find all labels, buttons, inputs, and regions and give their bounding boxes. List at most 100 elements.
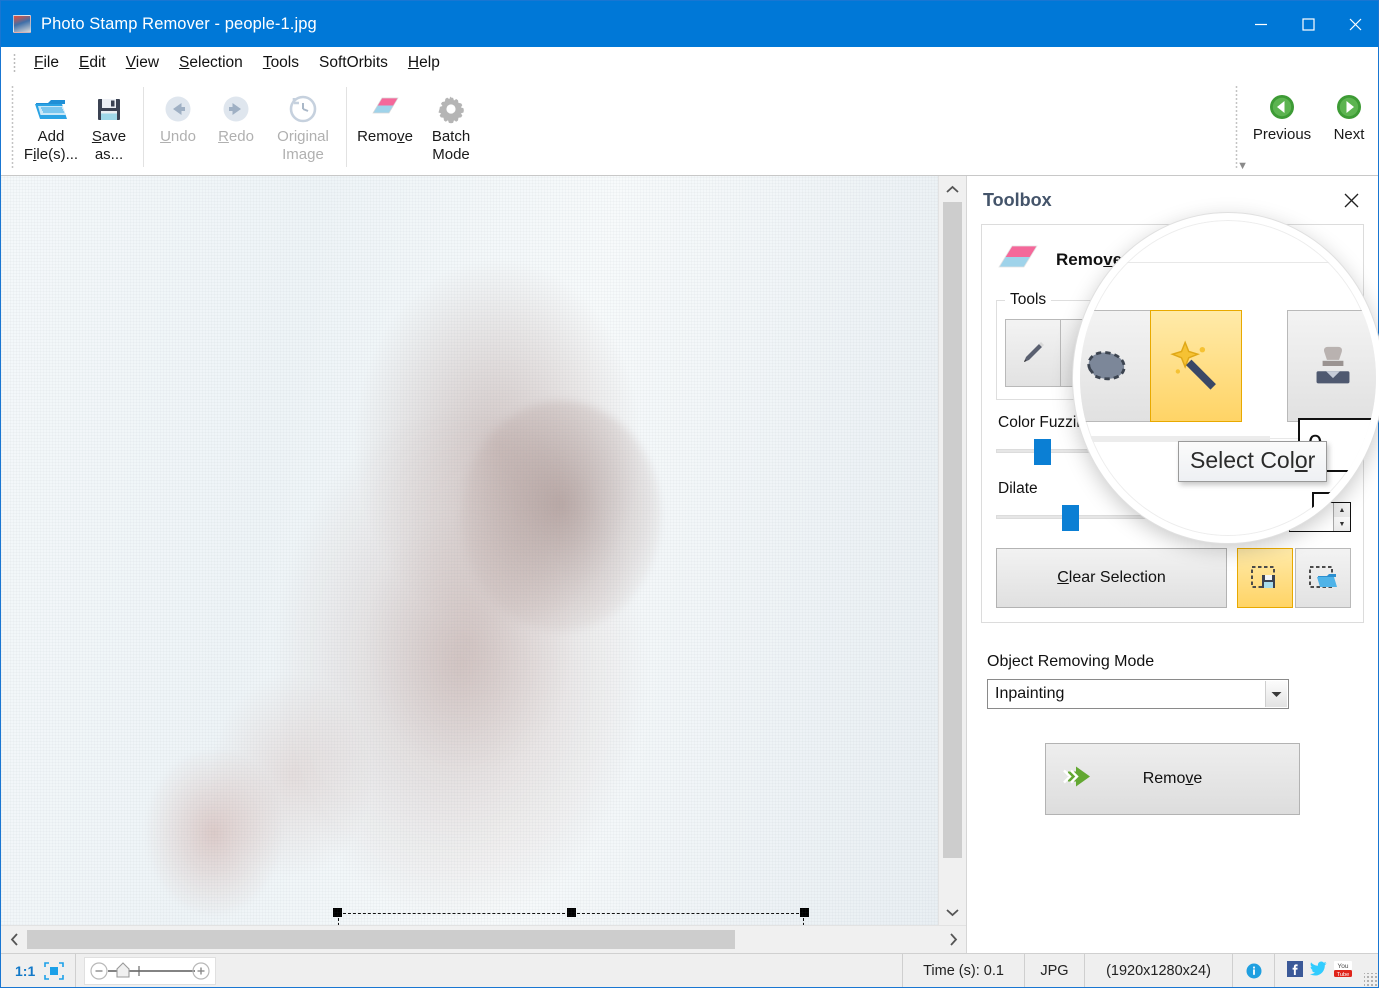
green-double-arrow-icon — [1060, 762, 1102, 797]
dilate-thumb[interactable] — [1062, 505, 1079, 531]
redo-button[interactable]: Redo — [207, 81, 265, 173]
horizontal-scroll-track[interactable] — [735, 926, 940, 953]
undo-arrow-icon — [163, 91, 193, 127]
color-fuzziness-thumb[interactable] — [1034, 439, 1051, 465]
toolbar-grip-right[interactable] — [1235, 85, 1238, 169]
selection-handle-n[interactable] — [567, 908, 576, 917]
toolbox-panel: Toolbox Remove Tools Color Fuzziness ▲ ▼… — [966, 176, 1378, 953]
undo-label: Undo — [160, 128, 196, 145]
selection-handle-nw[interactable] — [333, 908, 342, 917]
eraser-icon — [369, 91, 401, 127]
add-files-button[interactable]: Add File(s)... — [22, 81, 80, 173]
spin-up-icon[interactable]: ▲ — [1334, 503, 1350, 517]
menu-softorbits[interactable]: SoftOrbits — [309, 51, 398, 75]
close-button[interactable] — [1331, 1, 1378, 47]
load-selection-button[interactable] — [1295, 548, 1351, 608]
title-bar: Photo Stamp Remover - people-1.jpg — [1, 1, 1378, 47]
save-as-label-1: Save — [91, 128, 127, 145]
menu-file[interactable]: File — [24, 51, 69, 75]
canvas-vertical-scrollbar[interactable] — [938, 176, 966, 925]
menu-view[interactable]: View — [116, 51, 169, 75]
original-image-button[interactable]: Original Image — [265, 81, 341, 173]
canvas-horizontal-scrollbar[interactable] — [1, 925, 966, 953]
clear-selection-row: Clear Selection — [996, 548, 1351, 608]
undo-button[interactable]: Undo — [149, 81, 207, 173]
status-bar: 1:1 Time (s): 0.1 JPG (1920x1280x24) You… — [1, 953, 1378, 987]
toolbar-group-file: Add File(s)... Save as... — [20, 79, 140, 175]
zoom-ratio-label[interactable]: 1:1 — [1, 963, 43, 979]
save-selection-button[interactable] — [1237, 548, 1293, 608]
batch-mode-button[interactable]: Batch Mode — [418, 81, 484, 173]
tools-legend: Tools — [1010, 291, 1047, 308]
vertical-scroll-track[interactable] — [939, 858, 966, 899]
scroll-left-button[interactable] — [1, 926, 27, 953]
menu-selection[interactable]: Selection — [169, 51, 253, 75]
minimize-button[interactable] — [1237, 1, 1284, 47]
scroll-right-button[interactable] — [940, 926, 966, 953]
photo-figure-hand — [119, 706, 309, 925]
chevron-down-icon[interactable] — [1265, 681, 1287, 707]
toolbar-grip[interactable] — [11, 85, 14, 169]
dilate-label: Dilate — [998, 480, 1038, 497]
toolbar-separator-2 — [346, 87, 347, 167]
resize-grip[interactable] — [1364, 973, 1378, 987]
redo-label: Redo — [218, 128, 254, 145]
spin-down-icon[interactable]: ▼ — [1334, 517, 1350, 531]
select-color-tooltip: Select Color — [1178, 441, 1328, 482]
facebook-icon[interactable] — [1287, 960, 1303, 981]
redo-arrow-icon — [221, 91, 251, 127]
photo-figure-head — [461, 401, 661, 631]
zoom-slider[interactable] — [84, 956, 217, 985]
dilate-spinner[interactable]: ▲ ▼ — [1333, 503, 1350, 531]
vertical-scroll-thumb[interactable] — [943, 202, 962, 858]
horizontal-scroll-thumb[interactable] — [27, 930, 735, 949]
selection-rectangle[interactable]: Censored — [333, 908, 809, 925]
info-icon[interactable] — [1233, 954, 1275, 987]
toolbox-close-button[interactable] — [1338, 187, 1364, 213]
tools-group: Tools — [996, 291, 1351, 400]
eraser-tool-button[interactable] — [1060, 319, 1116, 387]
fit-to-screen-icon[interactable] — [43, 961, 75, 981]
maximize-button[interactable] — [1284, 1, 1331, 47]
remove-toolbar-label: Remove — [357, 128, 413, 145]
dilate-slider[interactable] — [996, 503, 1277, 531]
save-as-button[interactable]: Save as... — [80, 81, 138, 173]
svg-text:You: You — [1338, 963, 1349, 970]
status-dimensions: (1920x1280x24) — [1085, 954, 1233, 987]
spin-up-icon[interactable]: ▲ — [1334, 437, 1350, 451]
zoom-slider-cell — [75, 954, 220, 987]
social-links-group: You Tube — [1275, 954, 1364, 987]
previous-button[interactable]: Previous — [1244, 79, 1320, 175]
color-fuzziness-spinner[interactable]: ▲ ▼ — [1333, 437, 1350, 465]
menu-tools[interactable]: Tools — [253, 51, 309, 75]
image-canvas[interactable]: Censored — [1, 176, 938, 925]
lasso-tool-button[interactable] — [1115, 319, 1171, 387]
remove-button[interactable]: Remove — [1045, 743, 1300, 815]
dilate-track — [996, 515, 1277, 519]
window-title: Photo Stamp Remover - people-1.jpg — [41, 14, 317, 33]
remove-toolbar-button[interactable]: Remove — [352, 81, 418, 173]
clone-stamp-tool-button[interactable] — [1247, 319, 1303, 387]
ribbon-expander-icon[interactable]: ▼ — [1237, 160, 1248, 172]
selection-handle-ne[interactable] — [800, 908, 809, 917]
menu-edit[interactable]: Edit — [69, 51, 116, 75]
scroll-up-button[interactable] — [939, 176, 966, 202]
scroll-down-button[interactable] — [939, 899, 966, 925]
marker-tool-button[interactable] — [1005, 319, 1061, 387]
zoom-controls-group: 1:1 — [1, 954, 75, 987]
twitter-icon[interactable] — [1310, 961, 1327, 980]
menu-help[interactable]: Help — [398, 51, 450, 75]
dilate-input[interactable]: 2 ▲ ▼ — [1289, 502, 1351, 532]
youtube-icon[interactable]: You Tube — [1334, 960, 1352, 981]
dilate-value: 2 — [1297, 508, 1306, 526]
object-removing-mode-select[interactable]: Inpainting — [987, 679, 1289, 709]
toolbar: Add File(s)... Save as... Undo Redo Orig… — [1, 79, 1378, 176]
original-image-label-1: Original — [277, 128, 329, 145]
magic-wand-tool-button[interactable] — [1170, 319, 1226, 387]
canvas-row: Censored — [1, 176, 966, 925]
status-format: JPG — [1025, 954, 1085, 987]
clear-selection-button[interactable]: Clear Selection — [996, 548, 1227, 608]
svg-text:Tube: Tube — [1337, 972, 1350, 977]
spin-down-icon[interactable]: ▼ — [1334, 451, 1350, 465]
next-button[interactable]: Next — [1320, 79, 1378, 175]
